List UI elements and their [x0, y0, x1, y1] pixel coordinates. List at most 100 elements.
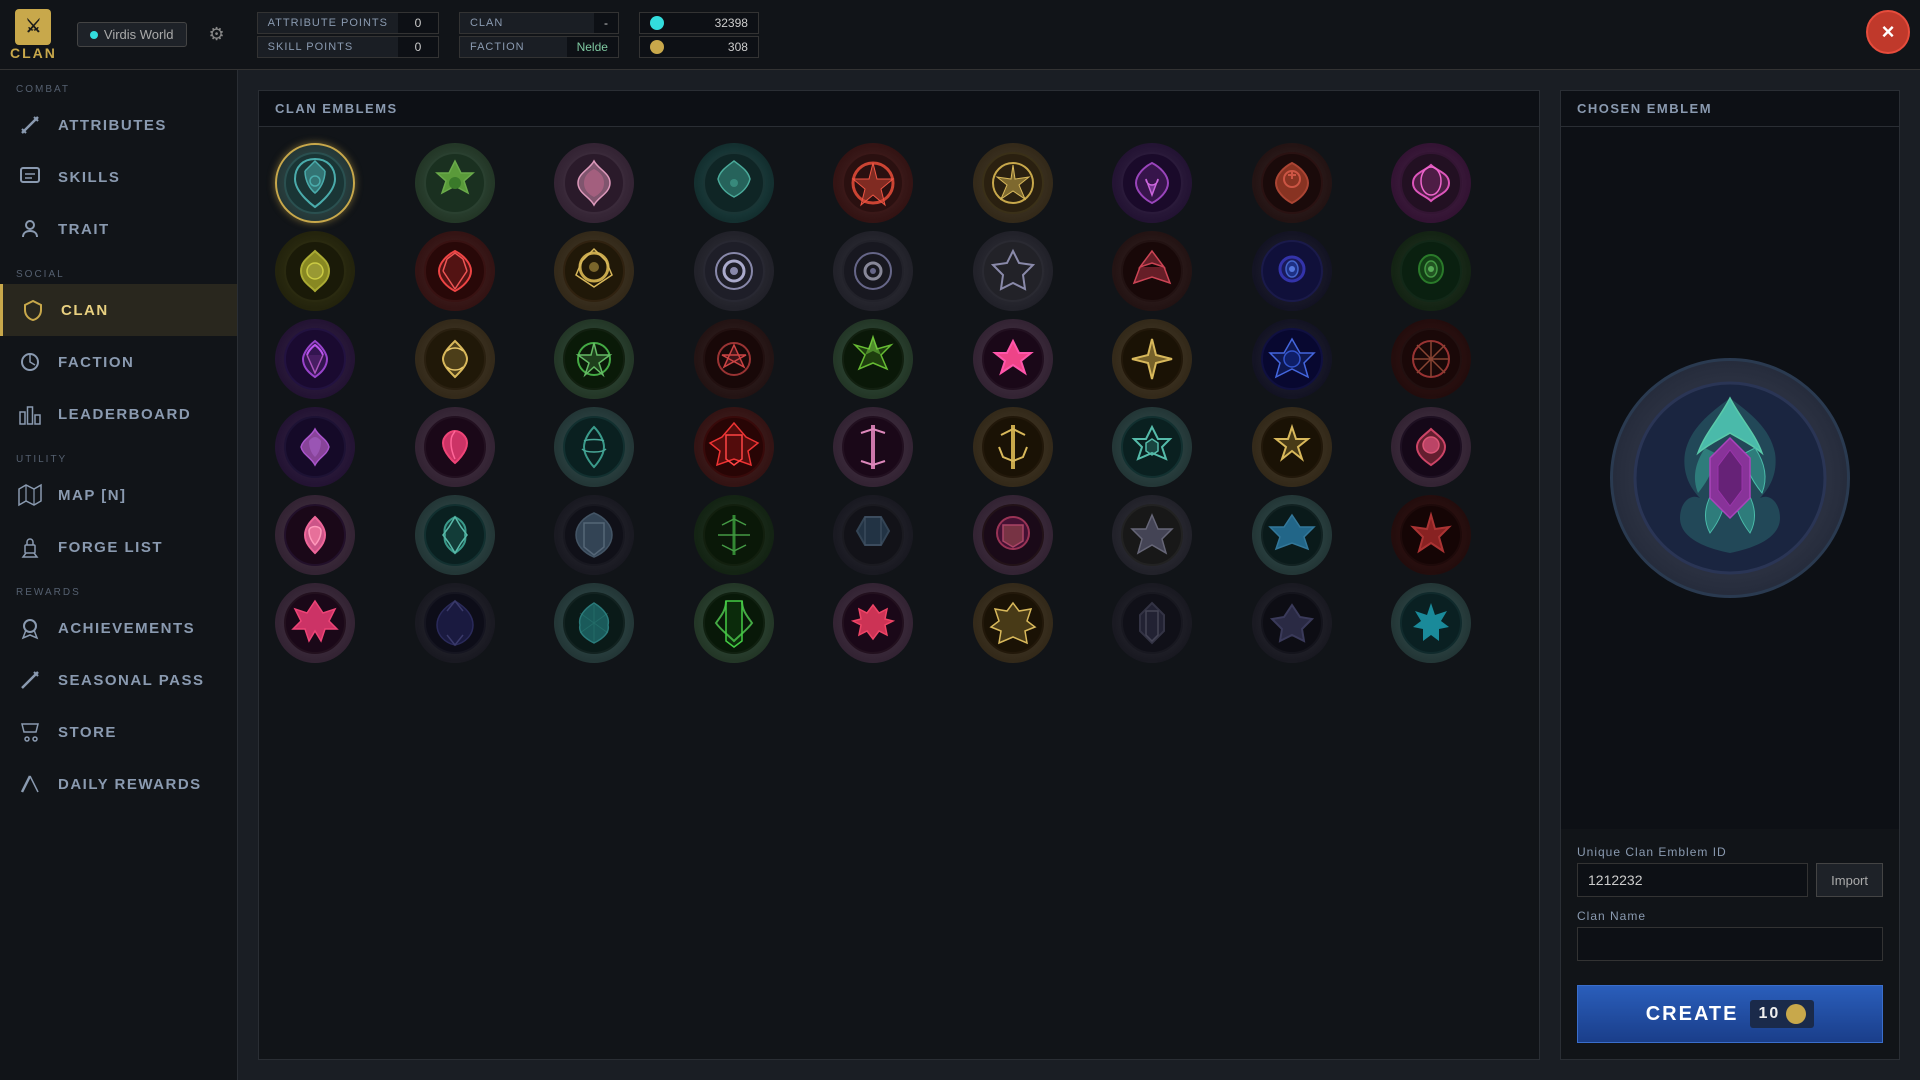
daily-icon: [16, 770, 44, 798]
sidebar-item-achievements[interactable]: ACHIEVEMENTS: [0, 602, 237, 654]
chosen-emblem-display: [1561, 127, 1899, 829]
emblem-25[interactable]: [1112, 319, 1192, 399]
emblem-43[interactable]: [1112, 495, 1192, 575]
emblem-23[interactable]: [833, 319, 913, 399]
faction-row-value: Nelde: [567, 37, 618, 57]
emblem-50[interactable]: [833, 583, 913, 663]
sidebar-item-forge[interactable]: FORGE LIST: [0, 521, 237, 573]
emblem-2[interactable]: [415, 143, 495, 223]
sidebar-item-map[interactable]: MAP [N]: [0, 469, 237, 521]
leaderboard-icon: [16, 400, 44, 428]
close-button[interactable]: ×: [1866, 10, 1910, 54]
emblem-48[interactable]: [554, 583, 634, 663]
sword-icon: [16, 111, 44, 139]
emblem-id-input[interactable]: [1577, 863, 1808, 897]
emblem-41[interactable]: [833, 495, 913, 575]
sidebar-item-store[interactable]: STORE: [0, 706, 237, 758]
emblem-15[interactable]: [973, 231, 1053, 311]
sidebar-item-skills[interactable]: SKILLS: [0, 151, 237, 203]
emblem-10[interactable]: [275, 231, 355, 311]
emblem-33[interactable]: [973, 407, 1053, 487]
emblem-11[interactable]: [415, 231, 495, 311]
sidebar-item-leaderboard[interactable]: LEADERBOARD: [0, 388, 237, 440]
emblem-39[interactable]: [554, 495, 634, 575]
achievements-icon: [16, 614, 44, 642]
utility-section-label: UTILITY: [0, 440, 237, 469]
emblems-panel-header: CLAN EMBLEMS: [259, 91, 1539, 127]
emblems-panel: CLAN EMBLEMS: [258, 90, 1540, 1060]
emblem-29[interactable]: [415, 407, 495, 487]
sidebar-item-faction[interactable]: FACTION: [0, 336, 237, 388]
emblem-id-section: Unique Clan Emblem ID Import: [1577, 845, 1883, 897]
combat-section-label: COMBAT: [0, 70, 237, 99]
emblem-4[interactable]: [694, 143, 774, 223]
emblem-28[interactable]: [275, 407, 355, 487]
emblem-42[interactable]: [973, 495, 1053, 575]
emblem-1[interactable]: [275, 143, 355, 223]
emblem-44[interactable]: [1252, 495, 1332, 575]
faction-row: FACTION Nelde: [459, 36, 619, 58]
clan-name-label: Clan Name: [1577, 909, 1883, 923]
emblem-34[interactable]: [1112, 407, 1192, 487]
emblem-26[interactable]: [1252, 319, 1332, 399]
attr-points-label: ATTRIBUTE POINTS: [258, 14, 398, 32]
skill-points-row: SKILL POINTS 0: [257, 36, 439, 58]
emblem-18[interactable]: [1391, 231, 1471, 311]
skills-icon: [16, 163, 44, 191]
emblem-5[interactable]: [833, 143, 913, 223]
emblem-14[interactable]: [833, 231, 913, 311]
emblem-21[interactable]: [554, 319, 634, 399]
sidebar-item-seasonal[interactable]: SEASONAL PASS: [0, 654, 237, 706]
emblem-52[interactable]: [1112, 583, 1192, 663]
world-tab-label: Virdis World: [104, 27, 174, 42]
sidebar-item-daily[interactable]: DAILY REWARDS: [0, 758, 237, 810]
clan-row-value: -: [594, 13, 618, 33]
currency2-row: 308: [639, 36, 759, 58]
sidebar-item-clan[interactable]: CLAN: [0, 284, 237, 336]
emblem-49[interactable]: [694, 583, 774, 663]
emblem-22[interactable]: [694, 319, 774, 399]
emblem-24[interactable]: [973, 319, 1053, 399]
skill-points-label: SKILL POINTS: [258, 38, 398, 56]
emblem-54[interactable]: [1391, 583, 1471, 663]
import-button[interactable]: Import: [1816, 863, 1883, 897]
emblem-51[interactable]: [973, 583, 1053, 663]
emblem-20[interactable]: [415, 319, 495, 399]
emblem-19[interactable]: [275, 319, 355, 399]
emblem-id-label: Unique Clan Emblem ID: [1577, 845, 1883, 859]
emblem-36[interactable]: [1391, 407, 1471, 487]
emblem-27[interactable]: [1391, 319, 1471, 399]
emblems-grid-container[interactable]: [259, 127, 1539, 1059]
emblem-12[interactable]: [554, 231, 634, 311]
emblem-30[interactable]: [554, 407, 634, 487]
emblem-53[interactable]: [1252, 583, 1332, 663]
emblem-8[interactable]: [1252, 143, 1332, 223]
emblem-38[interactable]: [415, 495, 495, 575]
emblem-7[interactable]: [1112, 143, 1192, 223]
emblem-47[interactable]: [415, 583, 495, 663]
sidebar-item-trait[interactable]: TRAIT: [0, 203, 237, 255]
world-tab[interactable]: Virdis World: [77, 22, 187, 47]
create-button[interactable]: CREATE 10: [1577, 985, 1883, 1043]
currency1-row: 32398: [639, 12, 759, 34]
settings-tab[interactable]: ⚙: [197, 20, 237, 49]
clan-name-input[interactable]: [1577, 927, 1883, 961]
sidebar-label-skills: SKILLS: [58, 169, 120, 186]
emblem-31[interactable]: [694, 407, 774, 487]
emblem-40[interactable]: [694, 495, 774, 575]
sidebar-label-seasonal: SEASONAL PASS: [58, 672, 204, 689]
emblem-id-row: Import: [1577, 863, 1883, 897]
sidebar-item-attributes[interactable]: ATTRIBUTES: [0, 99, 237, 151]
emblem-45[interactable]: [1391, 495, 1471, 575]
emblem-13[interactable]: [694, 231, 774, 311]
emblem-3[interactable]: [554, 143, 634, 223]
emblem-32[interactable]: [833, 407, 913, 487]
emblem-6[interactable]: [973, 143, 1053, 223]
emblem-9[interactable]: [1391, 143, 1471, 223]
emblem-16[interactable]: [1112, 231, 1192, 311]
emblem-17[interactable]: [1252, 231, 1332, 311]
emblem-37[interactable]: [275, 495, 355, 575]
emblem-46[interactable]: [275, 583, 355, 663]
sidebar-label-clan: CLAN: [61, 302, 109, 319]
emblem-35[interactable]: [1252, 407, 1332, 487]
